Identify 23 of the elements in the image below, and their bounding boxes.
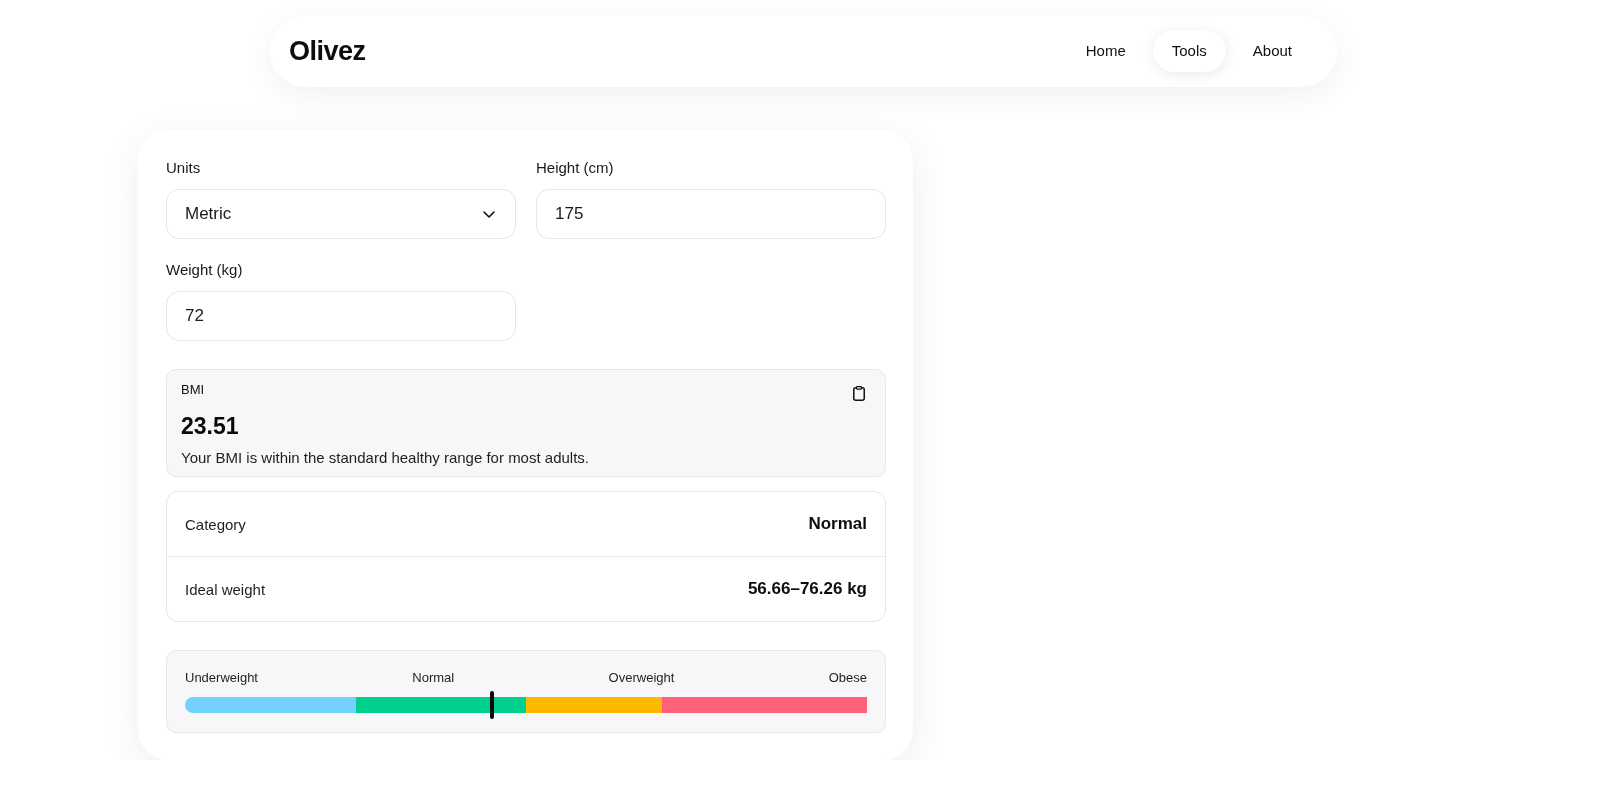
detail-label: Category <box>185 515 246 533</box>
input-field[interactable]: 72 <box>166 291 516 341</box>
field-label: Height (cm) <box>536 158 614 178</box>
chevron-down-icon <box>483 210 495 218</box>
detail-value: Normal <box>808 514 867 534</box>
detail-label: Ideal weight <box>185 580 266 598</box>
nav-link[interactable]: Home <box>1066 30 1145 72</box>
scale-label: Underweight <box>185 669 258 687</box>
result-description: Your BMI is within the standard healthy range for most adults. <box>181 448 590 468</box>
field-label: Units <box>166 158 201 178</box>
nav-link[interactable]: Tools <box>1152 30 1226 72</box>
scale-label: Obese <box>828 669 867 687</box>
result-label: BMI <box>181 381 205 399</box>
nav-link[interactable]: About <box>1233 30 1311 72</box>
detail-value: 56.66–76.26 kg <box>747 579 867 599</box>
scale-label: Overweight <box>608 669 675 687</box>
logo[interactable]: Olivez <box>289 35 366 67</box>
input-field[interactable]: 175 <box>536 189 886 239</box>
bmi-value: 23.51 <box>181 412 240 441</box>
field-label: Weight (kg) <box>166 260 243 280</box>
clipboard-icon[interactable] <box>853 386 865 401</box>
scale-label: Normal <box>412 669 455 687</box>
select-field[interactable]: Metric <box>166 189 516 239</box>
